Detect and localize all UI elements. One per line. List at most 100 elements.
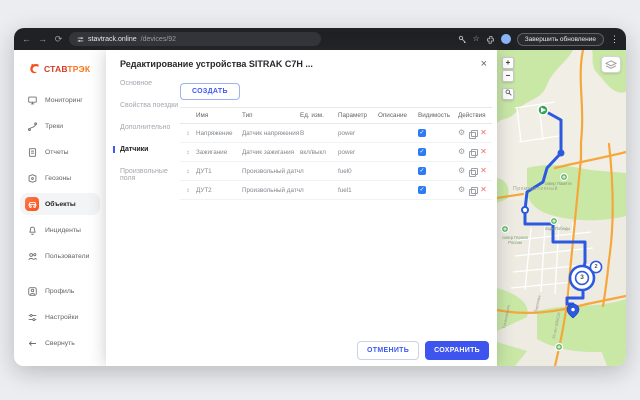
tab-main[interactable]: Основное bbox=[113, 80, 180, 87]
sidebar-item-label: Объекты bbox=[45, 201, 76, 208]
column-header: Имя bbox=[196, 108, 242, 123]
sensor-desc bbox=[378, 147, 418, 157]
visibility-checkbox[interactable]: ✓ bbox=[418, 167, 426, 175]
sensor-param: power bbox=[338, 144, 378, 161]
browser-toolbar: ← → ⟳ stavtrack.online/devices/92 ☆ За bbox=[14, 28, 626, 50]
route-start-marker[interactable] bbox=[538, 105, 548, 115]
copy-icon[interactable] bbox=[469, 130, 476, 137]
copy-icon[interactable] bbox=[469, 149, 476, 156]
sensors-table: Имя Тип Ед. изм. Параметр Описание Видим… bbox=[180, 107, 492, 200]
sidebar-item-users[interactable]: Пользователи bbox=[20, 245, 100, 267]
sensor-type: Произвольный датчик bbox=[242, 182, 300, 199]
sidebar-item-label: Мониторинг bbox=[45, 97, 83, 104]
sidebar-item-label: Отчеты bbox=[45, 149, 69, 156]
visibility-checkbox[interactable]: ✓ bbox=[418, 148, 426, 156]
reload-icon[interactable]: ⟳ bbox=[53, 35, 64, 44]
document-icon bbox=[25, 145, 39, 159]
password-key-icon[interactable] bbox=[458, 35, 467, 44]
logo-text-primary: СТАВ bbox=[44, 64, 67, 74]
table-row: ↕ ДУТ1 Произвольный датчик л fuel0 ✓ ⚙ ✕ bbox=[180, 162, 492, 181]
drag-handle-icon[interactable]: ↕ bbox=[180, 182, 196, 199]
tab-sensors[interactable]: Датчики bbox=[113, 146, 180, 153]
logo-icon bbox=[28, 62, 41, 75]
create-button[interactable]: СОЗДАТЬ bbox=[180, 83, 240, 100]
sidebar-item-label: Свернуть bbox=[45, 340, 75, 347]
sidebar: СТАВТРЭК Мониторинг bbox=[14, 50, 106, 366]
sliders-icon bbox=[25, 310, 39, 324]
tab-custom-fields[interactable]: Произвольные поля bbox=[113, 168, 180, 182]
sensor-param: fuel0 bbox=[338, 163, 378, 180]
column-header: Действия bbox=[458, 108, 492, 123]
column-header: Тип bbox=[242, 108, 300, 123]
zoom-in-button[interactable]: + bbox=[502, 57, 514, 69]
browser-window: ← → ⟳ stavtrack.online/devices/92 ☆ За bbox=[14, 28, 626, 366]
settings-gear-icon[interactable]: ⚙ bbox=[458, 129, 465, 137]
delete-icon[interactable]: ✕ bbox=[480, 129, 487, 137]
sidebar-item-settings[interactable]: Настройки bbox=[20, 306, 100, 328]
sidebar-item-objects[interactable]: Объекты bbox=[20, 193, 100, 215]
tab-trip-properties[interactable]: Свойства поездки bbox=[113, 102, 180, 109]
sidebar-item-geozones[interactable]: Геозоны bbox=[20, 167, 100, 189]
zoom-out-button[interactable]: − bbox=[502, 70, 514, 82]
cancel-button[interactable]: ОТМЕНИТЬ bbox=[357, 341, 419, 360]
map-panel[interactable]: Промышленный сквер Памяти парк Победы ск… bbox=[497, 50, 626, 366]
table-header-row: Имя Тип Ед. изм. Параметр Описание Видим… bbox=[180, 107, 492, 124]
address-bar[interactable]: stavtrack.online/devices/92 bbox=[69, 32, 321, 46]
drag-handle-icon[interactable]: ↕ bbox=[180, 163, 196, 180]
sensor-unit: В bbox=[300, 125, 338, 142]
delete-icon[interactable]: ✕ bbox=[480, 148, 487, 156]
sidebar-item-monitoring[interactable]: Мониторинг bbox=[20, 89, 100, 111]
column-header: Описание bbox=[378, 108, 418, 123]
edit-device-modal: Редактирование устройства SITRAK C7H ...… bbox=[106, 50, 497, 366]
close-icon[interactable]: × bbox=[481, 59, 487, 70]
settings-gear-icon[interactable]: ⚙ bbox=[458, 167, 465, 175]
site-settings-icon bbox=[77, 36, 84, 43]
copy-icon[interactable] bbox=[469, 187, 476, 194]
save-button[interactable]: СОХРАНИТЬ bbox=[425, 341, 489, 360]
browser-menu-icon[interactable]: ⋮ bbox=[610, 34, 619, 45]
visibility-checkbox[interactable]: ✓ bbox=[418, 129, 426, 137]
back-icon[interactable]: ← bbox=[21, 35, 32, 44]
sidebar-item-label: Пользователи bbox=[45, 253, 89, 260]
finish-update-button[interactable]: Завершить обновление bbox=[517, 33, 604, 46]
extensions-icon[interactable] bbox=[486, 35, 495, 44]
forward-icon[interactable]: → bbox=[37, 35, 48, 44]
settings-gear-icon[interactable]: ⚙ bbox=[458, 148, 465, 156]
sidebar-item-label: Геозоны bbox=[45, 175, 71, 182]
route-node-marker bbox=[558, 150, 565, 157]
modal-tab-list: Основное Свойства поездки Дополнительно … bbox=[106, 80, 180, 200]
route-icon bbox=[25, 119, 39, 133]
sidebar-item-incidents[interactable]: Инциденты bbox=[20, 219, 100, 241]
layers-button[interactable] bbox=[601, 56, 621, 73]
sidebar-item-profile[interactable]: Профиль bbox=[20, 280, 100, 302]
delete-icon[interactable]: ✕ bbox=[480, 186, 487, 194]
arrow-left-icon bbox=[25, 336, 39, 350]
sidebar-item-collapse[interactable]: Свернуть bbox=[20, 332, 100, 354]
copy-icon[interactable] bbox=[469, 168, 476, 175]
logo-text-secondary: ТРЭК bbox=[67, 64, 90, 74]
sidebar-item-label: Настройки bbox=[45, 314, 78, 321]
sensor-type: Произвольный датчик bbox=[242, 163, 300, 180]
sensor-unit: вкл/выкл bbox=[300, 144, 338, 161]
delete-icon[interactable]: ✕ bbox=[480, 167, 487, 175]
tab-additional[interactable]: Дополнительно bbox=[113, 124, 180, 131]
cluster-badge[interactable] bbox=[590, 261, 601, 272]
visibility-checkbox[interactable]: ✓ bbox=[418, 186, 426, 194]
sensor-param: fuel1 bbox=[338, 182, 378, 199]
sidebar-item-tracks[interactable]: Треки bbox=[20, 115, 100, 137]
monitor-icon bbox=[25, 93, 39, 107]
sensor-desc bbox=[378, 166, 418, 176]
drag-handle-icon[interactable]: ↕ bbox=[180, 144, 196, 161]
sensor-name: ДУТ2 bbox=[196, 182, 242, 199]
table-row: ↕ ДУТ2 Произвольный датчик л fuel1 ✓ ⚙ ✕ bbox=[180, 181, 492, 200]
map-search-button[interactable] bbox=[502, 88, 514, 100]
profile-avatar[interactable] bbox=[501, 34, 511, 44]
url-host: stavtrack.online bbox=[88, 36, 137, 43]
sidebar-item-reports[interactable]: Отчеты bbox=[20, 141, 100, 163]
settings-gear-icon[interactable]: ⚙ bbox=[458, 186, 465, 194]
app-logo: СТАВТРЭК bbox=[14, 50, 106, 85]
users-icon bbox=[25, 249, 39, 263]
drag-handle-icon[interactable]: ↕ bbox=[180, 125, 196, 142]
bookmark-star-icon[interactable]: ☆ bbox=[473, 35, 480, 43]
sensor-unit: л bbox=[300, 163, 338, 180]
